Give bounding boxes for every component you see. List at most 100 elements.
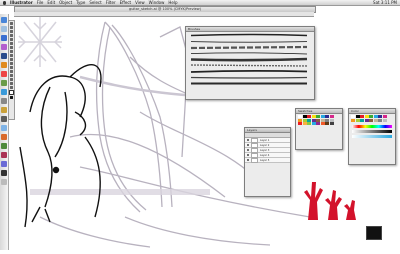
trash-icon[interactable] <box>1 179 7 185</box>
menubar: Illustrator File Edit Object Type Select… <box>0 0 400 6</box>
brush-stroke-item[interactable] <box>189 45 311 50</box>
type-tool-icon[interactable] <box>10 38 13 41</box>
app-menu[interactable]: Illustrator <box>10 0 33 5</box>
selection-tool-icon[interactable] <box>10 22 13 25</box>
brush-stroke-item[interactable] <box>189 63 311 68</box>
brush-stroke-item[interactable] <box>189 69 311 74</box>
menu-edit[interactable]: Edit <box>47 0 55 5</box>
menu-effect[interactable]: Effect <box>120 0 132 5</box>
preview-icon[interactable] <box>1 80 7 86</box>
app-icon[interactable] <box>1 152 7 158</box>
fill-swatch-icon[interactable] <box>9 90 14 95</box>
layer-name: Layer 3 <box>260 148 270 152</box>
menu-view[interactable]: View <box>135 0 145 5</box>
direct-select-tool-icon[interactable] <box>10 26 13 29</box>
pen-tool-icon[interactable] <box>10 34 13 37</box>
tools-panel <box>8 20 15 120</box>
menu-object[interactable]: Object <box>59 0 72 5</box>
app-icon[interactable] <box>1 98 7 104</box>
swatch[interactable] <box>382 118 387 122</box>
desktop-file-icon[interactable]: picture_sketch.png <box>364 226 391 243</box>
menu-file[interactable]: File <box>37 0 44 5</box>
brush-stroke-item[interactable] <box>189 75 311 80</box>
app-icon[interactable] <box>1 134 7 140</box>
layer-row[interactable]: Layer 5 <box>245 157 290 163</box>
swatch[interactable] <box>369 118 373 122</box>
visibility-eye-icon[interactable] <box>247 144 249 146</box>
control-bar[interactable] <box>14 12 314 17</box>
itunes-icon[interactable] <box>1 44 7 50</box>
swatch[interactable] <box>325 122 329 125</box>
mail-icon[interactable] <box>1 26 7 32</box>
warp-tool-icon[interactable] <box>10 66 13 69</box>
brush-stroke-item[interactable] <box>189 81 311 86</box>
line-tool-icon[interactable] <box>10 42 13 45</box>
brush-stroke-item[interactable] <box>189 51 311 56</box>
swatch[interactable] <box>373 118 378 122</box>
stroke-swatch-icon[interactable] <box>10 96 13 99</box>
layer-name: Layer 4 <box>260 153 270 157</box>
swatch[interactable] <box>329 122 334 125</box>
swatch[interactable] <box>302 122 307 125</box>
swatch[interactable] <box>316 122 320 125</box>
blend-tool-icon[interactable] <box>10 78 13 81</box>
brush-stroke-item[interactable] <box>189 33 311 38</box>
gradient-tool-icon[interactable] <box>10 70 13 73</box>
magic-wand-tool-icon[interactable] <box>10 30 13 33</box>
visibility-eye-icon[interactable] <box>247 154 249 156</box>
swatch[interactable] <box>298 122 302 125</box>
visibility-eye-icon[interactable] <box>247 149 249 151</box>
visibility-eye-icon[interactable] <box>247 159 249 161</box>
layers-panel: Layers Layer 1 Layer 2 Layer 3 Layer 4 L… <box>244 127 291 197</box>
brushes-panel-title[interactable]: Brushes <box>186 27 314 32</box>
menu-type[interactable]: Type <box>76 0 85 5</box>
apple-menu-icon[interactable] <box>3 0 6 5</box>
brush-stroke-item[interactable] <box>189 57 311 62</box>
rotate-tool-icon[interactable] <box>10 58 13 61</box>
layer-name: Layer 1 <box>260 138 270 142</box>
finder-icon[interactable] <box>1 17 7 23</box>
snowflake-icon <box>18 17 62 67</box>
menu-window[interactable]: Window <box>149 0 165 5</box>
swatch[interactable] <box>378 118 382 122</box>
browser-icon[interactable] <box>1 35 7 41</box>
illustrator-icon[interactable] <box>1 62 7 68</box>
eyedropper-tool-icon[interactable] <box>10 74 13 77</box>
red-coral-artwork <box>304 182 356 220</box>
file-label: picture_sketch.png <box>364 239 391 243</box>
app-icon[interactable] <box>1 107 7 113</box>
swatch[interactable] <box>364 118 369 122</box>
color-slider[interactable] <box>352 124 392 128</box>
visibility-eye-icon[interactable] <box>247 139 249 141</box>
photoshop-icon[interactable] <box>1 53 7 59</box>
color-slider[interactable] <box>352 134 392 138</box>
layer-name: Layer 2 <box>260 143 270 147</box>
pencil-tool-icon[interactable] <box>10 54 13 57</box>
app-icon[interactable] <box>1 170 7 176</box>
hand-tool-icon[interactable] <box>10 82 13 85</box>
swatch[interactable] <box>355 118 360 122</box>
swatch[interactable] <box>360 118 364 122</box>
app-icon[interactable] <box>1 125 7 131</box>
zoom-tool-icon[interactable] <box>10 86 13 89</box>
rectangle-tool-icon[interactable] <box>10 46 13 49</box>
scale-tool-icon[interactable] <box>10 62 13 65</box>
swatch[interactable] <box>320 122 325 125</box>
paintbrush-tool-icon[interactable] <box>10 50 13 53</box>
document-title: guitar_sketch.ai @ 100% (CMYK/Preview) <box>128 7 202 11</box>
chat-icon[interactable] <box>1 89 7 95</box>
brush-stroke-item[interactable] <box>189 39 311 44</box>
menubar-clock[interactable]: Sat 3:11 PM <box>373 0 397 5</box>
swatch[interactable] <box>307 122 311 125</box>
app-icon[interactable] <box>1 161 7 167</box>
swatch[interactable] <box>351 118 355 122</box>
app-icon[interactable] <box>1 143 7 149</box>
menu-help[interactable]: Help <box>168 0 177 5</box>
swatch[interactable] <box>311 122 316 125</box>
ical-icon[interactable] <box>1 71 7 77</box>
color-slider[interactable] <box>352 129 392 133</box>
menu-select[interactable]: Select <box>89 0 101 5</box>
color-panel: Color <box>348 108 396 165</box>
app-icon[interactable] <box>1 116 7 122</box>
menu-filter[interactable]: Filter <box>106 0 116 5</box>
